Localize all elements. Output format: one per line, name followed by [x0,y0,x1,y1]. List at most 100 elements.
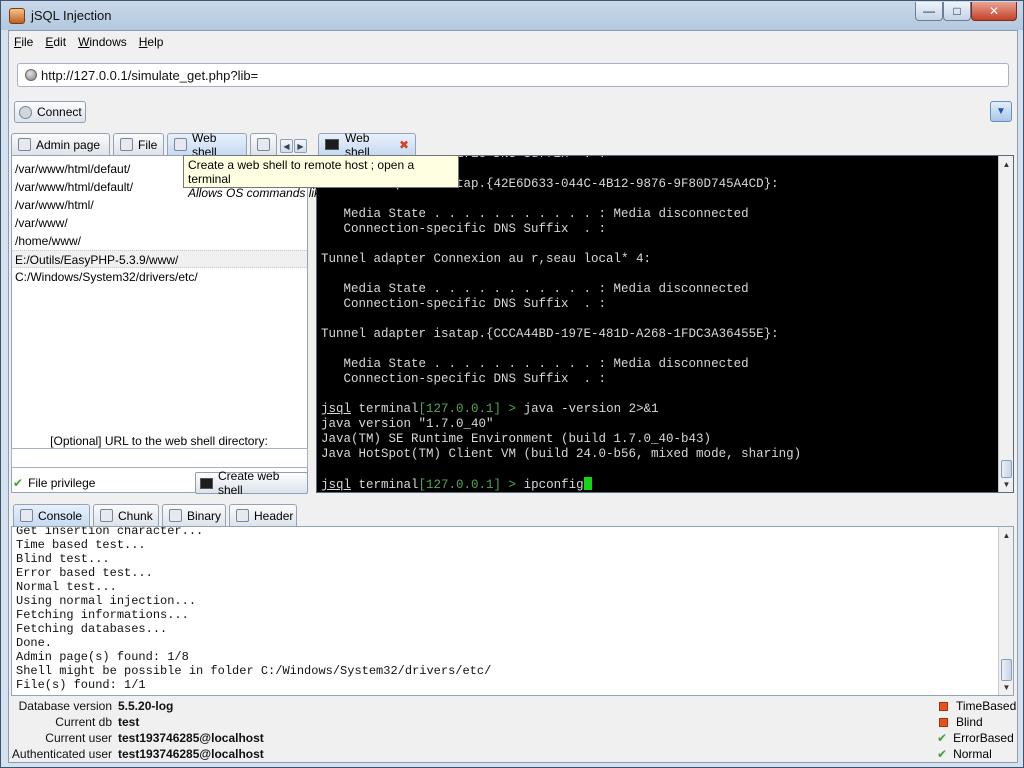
menu-file[interactable]: File [14,35,33,49]
create-web-shell-button[interactable]: Create web shell [195,469,308,497]
terminal-line: Media State . . . . . . . . . . . : Medi… [321,357,749,371]
shell-directory-label: [Optional] URL to the web shell director… [50,434,268,448]
chunk-icon [100,509,113,522]
terminal-line: Media State . . . . . . . . . . . : Medi… [321,207,749,221]
terminal-scrollbar[interactable]: ▲ ▼ [998,156,1013,492]
strategy-label: Blind [956,715,983,729]
maximize-button[interactable]: □ [943,2,971,21]
close-tab-icon[interactable]: ✖ [399,138,409,152]
console-line: Using normal injection... [16,594,197,608]
tab-label: Binary [187,508,222,523]
tab-label: Chunk [118,508,153,523]
header-icon [236,509,249,522]
scroll-up-icon[interactable]: ▲ [1001,529,1012,541]
authenticated-user-label: Authenticated user [11,747,112,761]
prompt-word: terminal [351,402,419,416]
url-bar[interactable] [17,63,1009,87]
tooltip: Create a web shell to remote host ; open… [183,155,459,200]
strategy-blind: Blind [937,715,983,729]
tab-scroll-left-button[interactable]: ◀ [280,139,293,153]
tab-console[interactable]: Console [13,504,90,526]
connect-button[interactable]: Connect [14,101,86,123]
collapse-panel-button[interactable]: ▼ [990,101,1012,122]
current-user-label: Current user [45,731,112,745]
window-title: jSQL Injection [31,8,112,23]
app-logo-icon [9,8,25,24]
tooltip-hint: Allows OS commands like ipconfig/ifconfi… [188,186,413,200]
file-privilege-status: ✔ File privilege [13,476,95,490]
url-input[interactable] [41,67,981,83]
path-item-selected[interactable]: E:/Outils/EasyPHP-5.3.9/www/ [12,250,307,268]
current-db-value: test [118,715,140,729]
arrow-right-icon: ▶ [297,141,304,151]
console-panel[interactable]: Get insertion character... Time based tes… [11,526,1014,696]
check-icon: ✔ [937,731,948,745]
close-window-button[interactable]: ✕ [971,2,1017,21]
tab-header[interactable]: Header [229,504,297,526]
tab-overflow[interactable] [250,133,277,155]
check-icon: ✔ [13,476,24,490]
console-line: Blind test... [16,552,110,566]
web-shell-terminal[interactable]: Connection-specific DNS Suffix . : Tunne… [316,155,1014,493]
prompt-word: terminal [351,478,419,492]
authenticated-user-value: test193746285@localhost [118,747,264,761]
tab-admin-page[interactable]: Admin page [11,133,110,155]
arrow-left-icon: ◀ [283,141,290,151]
terminal-command: java -version 2>&1 [516,402,659,416]
strategy-off-icon [939,717,948,727]
menu-windows[interactable]: Windows [78,35,127,49]
terminal-output: Connection-specific DNS Suffix . : Tunne… [321,156,997,492]
strategy-timebased: TimeBased [937,699,1016,713]
tab-web-shell[interactable]: Web shell [167,131,247,159]
console-line: Get insertion character... [16,526,204,538]
web-shell-icon [174,138,187,151]
menu-edit[interactable]: Edit [45,35,66,49]
title-bar[interactable]: jSQL Injection — □ ✕ [1,1,1023,30]
tab-web-shell-terminal[interactable]: Web shell ✖ [318,131,416,159]
tab-file[interactable]: File [113,133,164,155]
tab-binary[interactable]: Binary [162,504,226,526]
path-item[interactable]: C:/Windows/System32/drivers/etc/ [12,268,307,286]
scroll-down-icon[interactable]: ▼ [1001,478,1012,490]
check-icon: ✔ [937,747,948,761]
strategy-label: TimeBased [956,699,1017,713]
console-scroll-thumb[interactable] [1001,659,1012,681]
menu-help[interactable]: Help [139,35,164,49]
console-line: Normal test... [16,580,117,594]
maximize-icon: □ [953,4,961,18]
console-line: Admin page(s) found: 1/8 [16,650,189,664]
connect-label: Connect [37,105,82,119]
console-line: Done. [16,636,53,650]
tab-scroll-right-button[interactable]: ▶ [294,139,307,153]
tab-chunk[interactable]: Chunk [93,504,159,526]
current-user-value: test193746285@localhost [118,731,264,745]
terminal-icon [200,477,213,489]
path-item[interactable]: /var/www/ [12,214,307,232]
terminal-line: Connection-specific DNS Suffix . : [321,372,607,386]
db-version-label: Database version [18,699,112,713]
scroll-down-icon[interactable]: ▼ [1001,681,1012,693]
terminal-prompt-line: jsql terminal[127.0.0.1] > ipconfig [321,477,997,492]
strategy-errorbased: ✔ ErrorBased [937,731,1014,745]
minimize-button[interactable]: — [915,2,943,21]
path-item[interactable]: /home/www/ [12,232,307,250]
prompt-host: [127.0.0.1] > [418,478,517,492]
prompt-user: jsql [321,478,352,492]
strategy-normal: ✔ Normal [937,747,992,761]
chevron-down-icon: ▼ [996,106,1006,117]
tab-label: Console [38,508,83,523]
terminal-cursor [583,477,592,490]
connect-icon [19,105,32,119]
console-line: Fetching informations... [16,608,189,622]
menu-bar: File Edit Windows Help [9,31,1017,53]
console-line: Fetching databases... [16,622,168,636]
console-scrollbar[interactable]: ▲ ▼ [998,527,1013,695]
shell-directory-input[interactable] [11,448,308,468]
tab-label: File [138,137,158,152]
terminal-scroll-thumb[interactable] [1001,460,1012,478]
scroll-up-icon[interactable]: ▲ [1001,158,1012,170]
terminal-line: Java HotSpot(TM) Client VM (build 24.0-b… [321,447,802,461]
terminal-command: ipconfig [516,478,584,492]
